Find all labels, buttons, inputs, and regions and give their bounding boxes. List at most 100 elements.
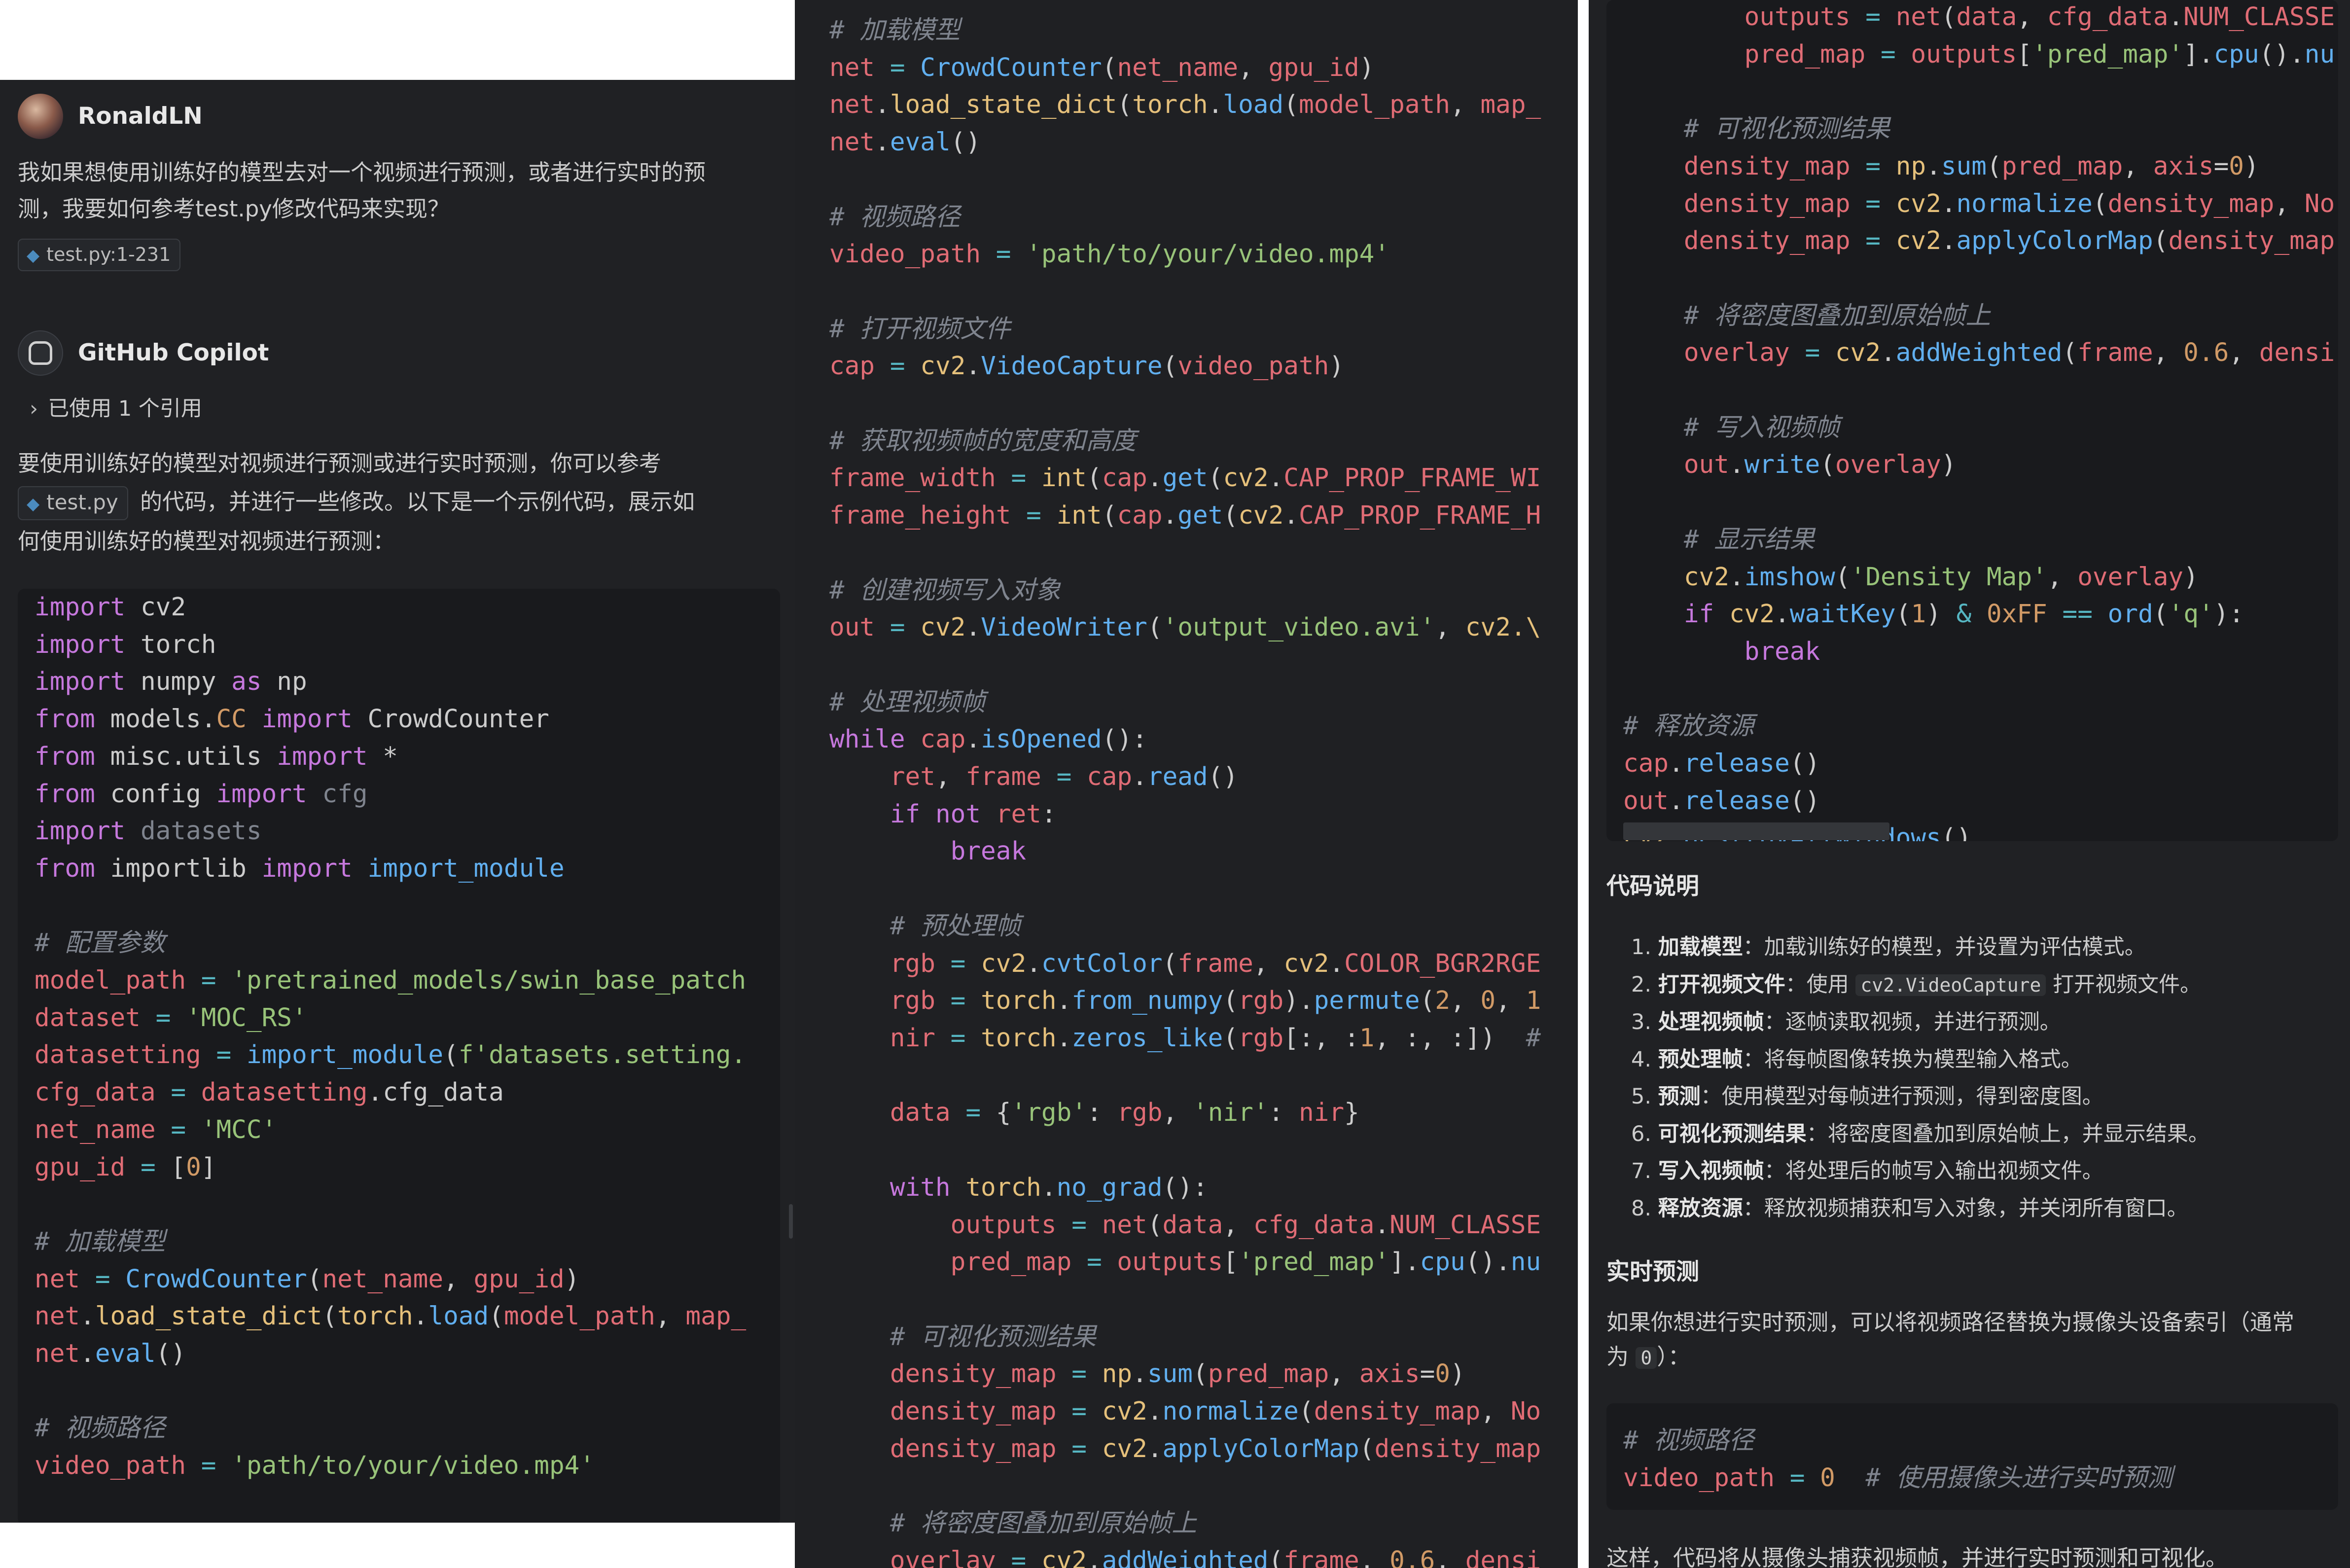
code-token: overlay: [1835, 450, 1941, 480]
code-token: cpu: [1420, 1247, 1465, 1277]
code-token: ord: [2092, 600, 2153, 629]
code-line: cap.release(): [1623, 745, 2335, 783]
code-token: CAP_PROP_FRAME_WI: [1283, 463, 1541, 493]
code-token: cap: [1102, 463, 1147, 493]
code-token: density_map: [1314, 1397, 1481, 1426]
code-token: break: [829, 837, 1027, 866]
code-token: rgb: [1117, 1098, 1163, 1128]
answer-line-2: ◆ test.py 的代码，并进行一些修改。以下是一个示例代码，展示如: [18, 483, 695, 520]
footer-text: 这样，代码将从摄像头捕获视频帧，并进行实时预测和可视化。: [1606, 1545, 2228, 1568]
code-line: # 配置参数: [35, 925, 746, 962]
code-token: .: [1087, 1546, 1102, 1568]
explanation-item: 7. 写入视频帧：将处理后的帧写入输出视频文件。: [1631, 1153, 2209, 1190]
code-content: # 加载模型 net = CrowdCounter(net_name, gpu_i…: [829, 12, 1541, 1568]
code-token: =: [186, 1451, 232, 1481]
code-token: .: [1283, 501, 1299, 531]
code-line: from models.CC import CrowdCounter: [35, 701, 746, 738]
code-token: model_path: [1298, 90, 1450, 120]
code-line: import torch: [35, 626, 746, 664]
code-line: # 释放资源: [1623, 708, 2335, 745]
code-line: # 视频路径: [829, 199, 1541, 236]
code-line: pred_map = outputs['pred_map'].cpu().nu: [1623, 36, 2335, 73]
code-line: # 可视化预测结果: [1623, 110, 2335, 148]
user-avatar[interactable]: [18, 94, 63, 139]
realtime-line-1: 如果你想进行实时预测，可以将视频路径替换为摄像头设备索引（通常: [1606, 1309, 2295, 1335]
code-line: model_path = 'pretrained_models/swin_bas…: [35, 962, 746, 999]
code-token: pred_map: [1208, 1359, 1329, 1389]
code-token: f'datasets.setting.: [458, 1040, 747, 1070]
code-line: from importlib import import_module: [35, 850, 746, 888]
code-token: cv2: [1102, 1434, 1147, 1463]
code-token: density_map: [2107, 189, 2275, 218]
code-token: data: [1956, 2, 2017, 32]
user-question-line-2: 测，我要如何参考test.py修改代码来实现？: [18, 196, 450, 222]
code-horizontal-scrollbar[interactable]: [1623, 822, 1889, 840]
code-token: 1: [1359, 1023, 1375, 1053]
code-token: 'pred_map': [1238, 1247, 1390, 1277]
code-token: net: [1102, 1210, 1147, 1240]
scrollbar[interactable]: [789, 1204, 793, 1239]
code-line: net = CrowdCounter(net_name, gpu_id): [35, 1261, 746, 1298]
code-token: ==: [2047, 600, 2093, 629]
code-token: cv2: [981, 949, 1027, 978]
code-token: VideoWriter: [981, 613, 1147, 642]
code-token: from: [35, 742, 95, 771]
code-token: .: [965, 725, 981, 754]
code-token: cap: [905, 725, 966, 754]
code-token: (: [2153, 226, 2169, 256]
code-token: :: [1041, 799, 1057, 829]
code-token: pred_map: [2001, 151, 2123, 181]
code-line: break: [1623, 633, 2335, 671]
code-token: # 将密度图叠加到原始帧上: [829, 1509, 1197, 1538]
code-token: overlay: [2077, 562, 2184, 592]
code-token: frame_height: [829, 501, 1011, 531]
code-token: torch: [981, 1023, 1057, 1053]
code-line: cfg_data = datasetting.cfg_data: [35, 1074, 746, 1111]
code-token: density_map: [1623, 226, 1851, 256]
code-line: density_map = np.sum(pred_map, axis=0): [829, 1355, 1541, 1393]
code-token: # 预处理帧: [829, 911, 1021, 941]
code-token: ): [1450, 1359, 1465, 1389]
references-toggle[interactable]: › 已使用 1 个引用: [30, 391, 202, 428]
code-token: .: [80, 1302, 95, 1331]
attachment-chip[interactable]: ◆ test.py:1-231: [18, 239, 181, 271]
code-line: # 将密度图叠加到原始帧上: [1623, 297, 2335, 335]
code-token: .: [1132, 1359, 1147, 1389]
file-reference-chip[interactable]: ◆ test.py: [18, 486, 128, 520]
code-token: eval: [95, 1339, 156, 1369]
item-number: 2.: [1631, 972, 1658, 997]
code-token: if: [1623, 600, 1714, 629]
code-line: datasetting = import_module(f'datasets.s…: [35, 1036, 746, 1074]
code-token: (: [1223, 1023, 1239, 1053]
code-token: cap: [1087, 762, 1133, 792]
code-token: frame: [2077, 338, 2153, 368]
code-token: datasetting: [35, 1040, 201, 1070]
code-token: .: [1941, 189, 1957, 218]
code-token: # 加载模型: [35, 1227, 166, 1256]
code-token: }: [1344, 1098, 1359, 1128]
code-token: map_: [1480, 90, 1541, 120]
code-token: cv2: [1238, 501, 1284, 531]
code-token: cv2: [1623, 562, 1729, 592]
code-token: #: [1526, 1023, 1541, 1053]
code-token: video_path: [1177, 352, 1329, 381]
explanation-item: 3. 处理视频帧：逐帧读取视频，并进行预测。: [1631, 1004, 2209, 1041]
code-line: data = {'rgb': rgb, 'nir': nir}: [829, 1094, 1541, 1132]
code-token: cv2: [1714, 600, 1775, 629]
code-token: (): [155, 1339, 186, 1369]
answer-line-3: 何使用训练好的模型对视频进行预测：: [18, 528, 395, 554]
code-token: (: [2062, 338, 2078, 368]
item-number: 5.: [1631, 1084, 1658, 1109]
code-token: .: [1729, 562, 1745, 592]
code-token: 1: [1911, 600, 1926, 629]
code-token: cvtColor: [1041, 949, 1163, 978]
code-token: from: [35, 779, 95, 809]
code-token: =: [1775, 1463, 1820, 1493]
code-token: torch: [125, 630, 216, 659]
code-token: .: [1056, 986, 1072, 1016]
